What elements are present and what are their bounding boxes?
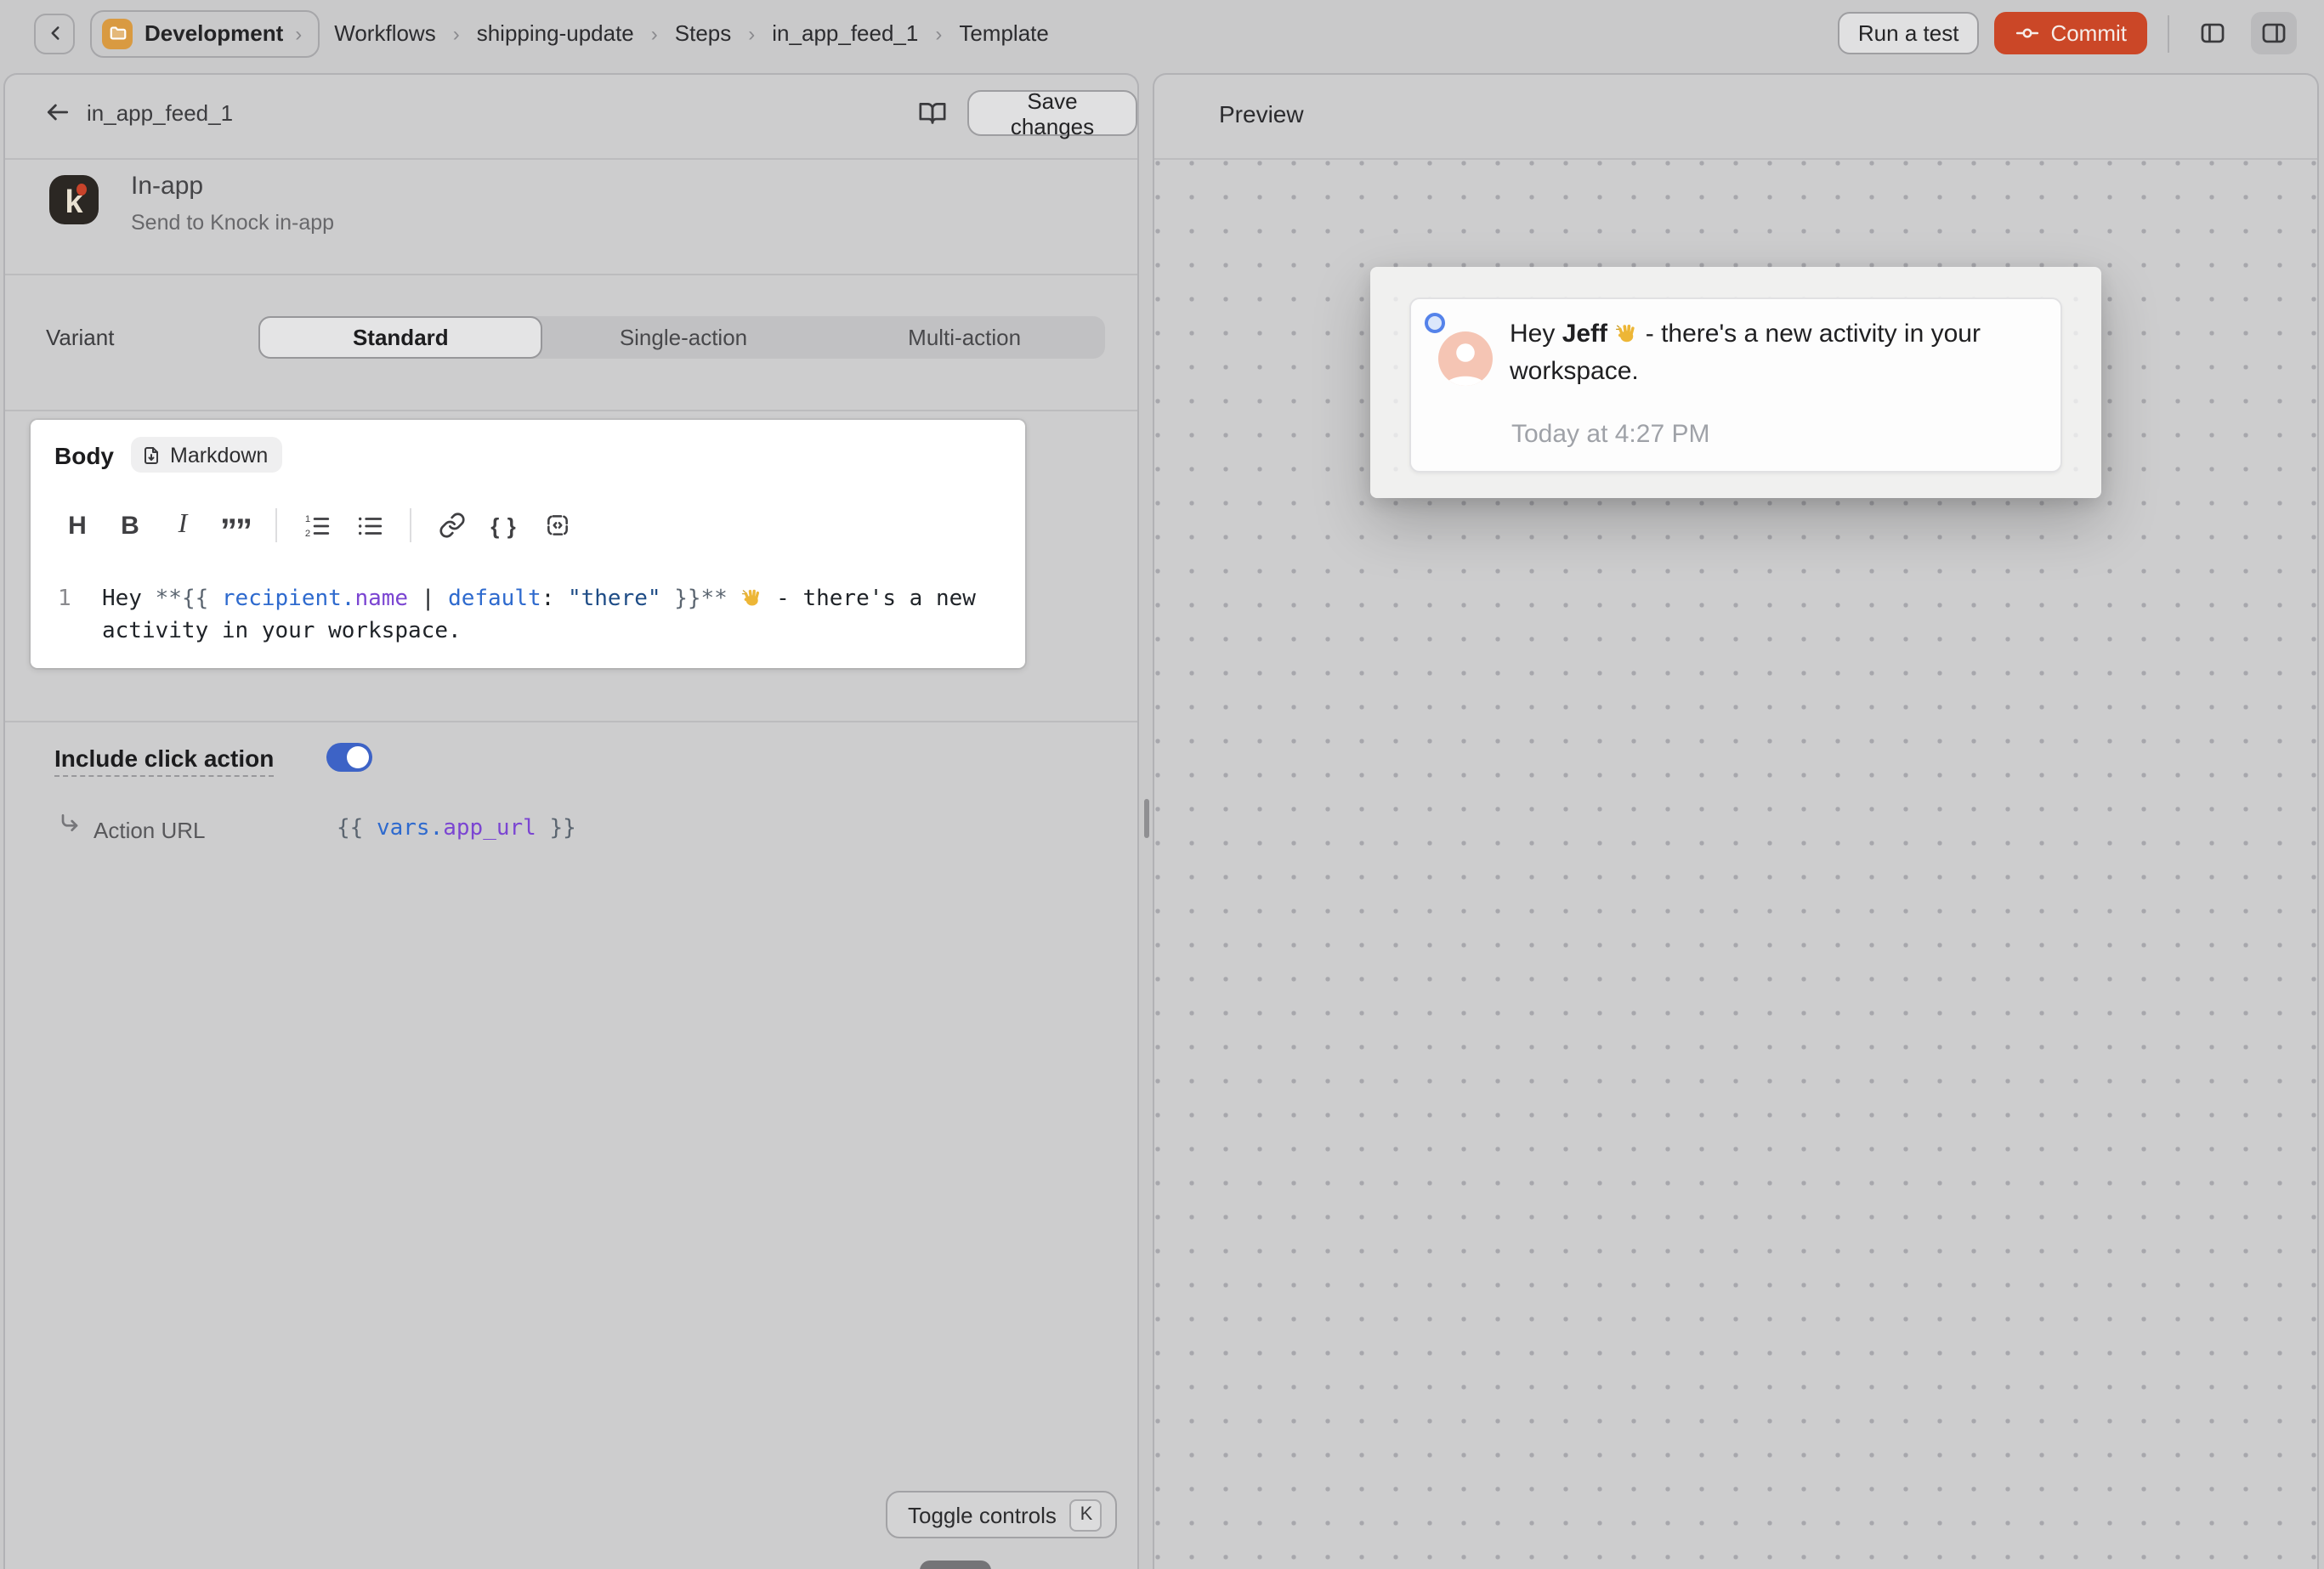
variant-label: Variant [46,325,114,350]
hidden-controls-pill [920,1561,991,1569]
keyboard-shortcut-badge: K [1070,1498,1102,1531]
preview-canvas: Hey Jeff - there's a new activity in you… [1154,160,2317,1569]
recipient-avatar [1438,331,1493,386]
chevron-left-icon [43,22,65,44]
breadcrumb: Workflows › shipping-update › Steps › in… [334,20,1049,46]
svg-text:2: 2 [305,528,310,538]
breadcrumb-separator: › [651,21,658,45]
arrow-left-icon [44,99,71,126]
channel-title: In-app [131,172,203,201]
knock-in-app-logo: k [49,175,99,224]
snippet-button[interactable] [534,505,580,546]
run-test-button[interactable]: Run a test [1838,12,1980,54]
save-changes-button[interactable]: Save changes [967,90,1137,136]
book-icon [917,98,946,127]
nested-arrow-icon [56,811,87,841]
breadcrumb-separator: › [748,21,755,45]
breadcrumb-separator: › [935,21,942,45]
ordered-list-button[interactable]: 12 [294,505,340,546]
environment-folder-icon [102,18,133,48]
formatting-toolbar: H B I ”” 12 { } [54,505,580,546]
preview-title: Preview [1219,100,1304,127]
back-to-step-button[interactable] [39,93,77,131]
action-url-label: Action URL [94,818,206,843]
bold-button[interactable]: B [107,505,153,546]
include-click-action-label: Include click action [54,745,274,777]
format-badge[interactable]: Markdown [131,437,281,473]
recipient-name: Jeff [1562,320,1607,348]
divider [5,410,1137,411]
notification-message: Hey Jeff - there's a new activity in you… [1510,316,2047,391]
logo-dot [77,184,87,195]
divider [5,158,1137,160]
commit-icon [2015,20,2040,46]
action-url-value[interactable]: {{ vars.app_url }} [337,816,576,841]
app-window: Development › Workflows › shipping-updat… [0,0,2324,1569]
history-back-button[interactable] [34,13,75,54]
breadcrumb-step-name[interactable]: in_app_feed_1 [772,20,918,46]
top-bar: Development › Workflows › shipping-updat… [0,0,2324,66]
link-button[interactable] [428,505,474,546]
notification-preview-card[interactable]: Hey Jeff - there's a new activity in you… [1409,297,2062,473]
body-template-code[interactable]: Hey **{{ recipient.name | default: "ther… [102,583,1029,648]
message-prefix: Hey [1510,320,1562,348]
variant-option-single-action[interactable]: Single-action [543,316,825,359]
toggle-right-panel-button[interactable] [2251,12,2297,54]
body-label: Body [54,442,114,469]
line-number: 1 [58,583,102,648]
preview-panel: Preview Hey Jeff - there's a new activit… [1153,73,2319,1569]
body-code-editor[interactable]: 1 Hey **{{ recipient.name | default: "th… [58,583,1029,648]
breadcrumb-steps[interactable]: Steps [675,20,732,46]
breadcrumb-separator: › [453,21,460,45]
panel-resize-handle[interactable] [1144,799,1149,838]
breadcrumb-template[interactable]: Template [959,20,1049,46]
bullet-list-button[interactable] [347,505,393,546]
toolbar-divider [275,508,277,542]
template-editor-panel: in_app_feed_1 Save changes k In-app Send… [3,73,1139,1569]
docs-button[interactable] [913,93,950,131]
unread-indicator [1425,313,1445,333]
wave-emoji-icon [741,586,763,609]
include-click-action-toggle[interactable] [326,743,372,772]
toolbar-divider [2168,14,2169,52]
variant-option-standard[interactable]: Standard [258,316,543,359]
divider [5,274,1137,275]
variant-segmented-control: Standard Single-action Multi-action [258,316,1105,359]
heading-button[interactable]: H [54,505,100,546]
breadcrumb-workflows[interactable]: Workflows [334,20,435,46]
markdown-file-icon [141,445,162,465]
feed-popover: Hey Jeff - there's a new activity in you… [1370,267,2101,498]
variable-button[interactable]: { } [481,505,527,546]
toggle-controls-label: Toggle controls [908,1502,1057,1527]
panel-left-icon [2198,19,2227,48]
variant-option-multi-action[interactable]: Multi-action [824,316,1105,359]
body-editor-card: Body Markdown H B I ”” 12 [31,420,1025,668]
panel-right-icon [2259,19,2288,48]
toggle-controls-button[interactable]: Toggle controls K [886,1491,1118,1538]
environment-switcher[interactable]: Development › [90,9,319,57]
divider [5,721,1137,722]
blockquote-button[interactable]: ”” [213,505,258,546]
channel-subtitle: Send to Knock in-app [131,211,334,235]
commit-label: Commit [2050,20,2127,46]
commit-button[interactable]: Commit [1994,12,2147,54]
toggle-knob [347,746,369,768]
environment-caret: › [295,21,302,45]
breadcrumb-workflow-name[interactable]: shipping-update [477,20,634,46]
notification-timestamp: Today at 4:27 PM [1511,420,1709,449]
svg-text:1: 1 [305,513,310,524]
step-name-label: in_app_feed_1 [87,100,233,126]
environment-name: Development [145,20,283,46]
format-badge-label: Markdown [170,443,268,467]
wave-emoji-icon [1614,321,1638,345]
italic-button[interactable]: I [160,505,206,546]
person-icon [1438,331,1493,386]
toggle-left-panel-button[interactable] [2190,12,2236,54]
toolbar-divider [410,508,411,542]
